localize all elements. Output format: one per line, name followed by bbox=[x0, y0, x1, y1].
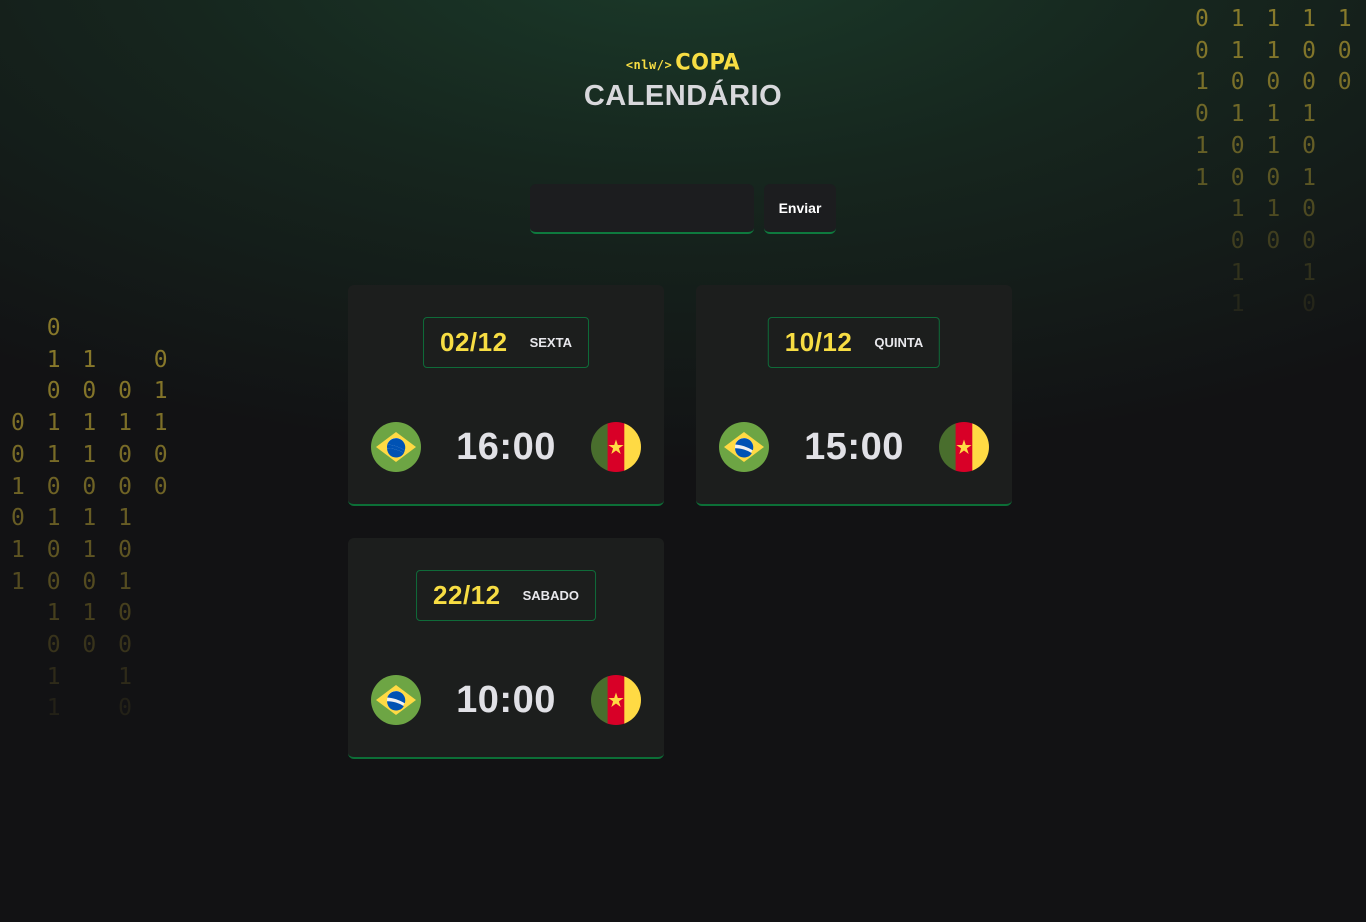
binary-row: 0 bbox=[11, 315, 65, 341]
match-date: 02/12 bbox=[440, 327, 508, 357]
brazil-flag-icon bbox=[719, 422, 769, 472]
date-box: 22/12 SABADO bbox=[416, 570, 596, 621]
match-date: 10/12 bbox=[784, 327, 853, 357]
binary-row: 1 1 bbox=[11, 663, 136, 690]
binary-row: 1 0 0 0 0 bbox=[11, 473, 172, 500]
binary-row: 0 1 1 1 1 bbox=[11, 410, 172, 437]
binary-row: 1 1 0 bbox=[11, 346, 172, 373]
match-row: 16:00 bbox=[371, 422, 641, 472]
binary-row: 1 0 1 0 bbox=[1195, 132, 1320, 159]
cameroon-flag-icon bbox=[938, 422, 989, 472]
match-weekday: SEXTA bbox=[529, 335, 572, 350]
binary-row: 1 1 0 bbox=[11, 600, 136, 627]
cameroon-flag-icon bbox=[590, 422, 641, 472]
binary-row: 1 0 bbox=[1195, 291, 1320, 318]
match-date: 22/12 bbox=[433, 580, 501, 610]
cameroon-flag-icon bbox=[590, 675, 641, 725]
page-title: CALENDÁRIO bbox=[583, 80, 783, 112]
brazil-flag-icon bbox=[371, 422, 421, 472]
page-header: <nlw/> COPA CALENDÁRIO bbox=[0, 49, 1366, 113]
match-time: 10:00 bbox=[456, 678, 556, 721]
match-time: 15:00 bbox=[804, 425, 904, 468]
brazil-flag-icon bbox=[371, 675, 421, 725]
date-box: 10/12 QUINTA bbox=[767, 317, 941, 368]
binary-row: 0 0 0 bbox=[1195, 227, 1320, 254]
search-input[interactable] bbox=[530, 184, 754, 234]
binary-row: 0 1 1 1 1 bbox=[1195, 6, 1356, 32]
binary-row: 1 0 0 1 bbox=[11, 568, 136, 595]
match-weekday: QUINTA bbox=[874, 335, 924, 350]
logo-word: COPA bbox=[675, 49, 741, 75]
date-box: 02/12 SEXTA bbox=[423, 317, 589, 368]
binary-row: 0 1 1 0 0 bbox=[11, 441, 172, 468]
binary-row: 1 1 bbox=[1195, 259, 1320, 286]
match-card: 10/12 QUINTA 15:00 bbox=[696, 285, 1012, 506]
match-row: 10:00 bbox=[371, 675, 641, 725]
binary-row: 0 0 0 1 bbox=[11, 378, 172, 405]
binary-row: 1 0 0 1 bbox=[1195, 164, 1320, 191]
nlw-copa-logo: <nlw/> COPA bbox=[625, 49, 741, 75]
match-time: 16:00 bbox=[456, 425, 556, 468]
send-button[interactable]: Enviar bbox=[764, 184, 836, 234]
match-cards: 02/12 SEXTA 16:00 10/12 QUINTA 15:00 22/… bbox=[348, 285, 1012, 759]
logo-tag: <nlw/> bbox=[625, 58, 673, 72]
binary-row: 0 1 1 1 bbox=[11, 505, 136, 532]
binary-row: 1 1 0 bbox=[1195, 196, 1320, 223]
binary-row: 1 0 bbox=[11, 695, 136, 722]
binary-row: 0 0 0 bbox=[11, 632, 136, 659]
binary-row: 1 0 1 0 bbox=[11, 536, 136, 563]
binary-decoration-left: 0 1 1 0 0 0 0 1 0 1 1 1 1 0 1 1 0 0 1 0 0 0… bbox=[11, 313, 172, 725]
search-form: Enviar bbox=[530, 184, 836, 234]
match-card: 02/12 SEXTA 16:00 bbox=[348, 285, 664, 506]
match-row: 15:00 bbox=[719, 422, 989, 472]
match-card: 22/12 SABADO 10:00 bbox=[348, 538, 664, 759]
match-weekday: SABADO bbox=[522, 588, 579, 603]
